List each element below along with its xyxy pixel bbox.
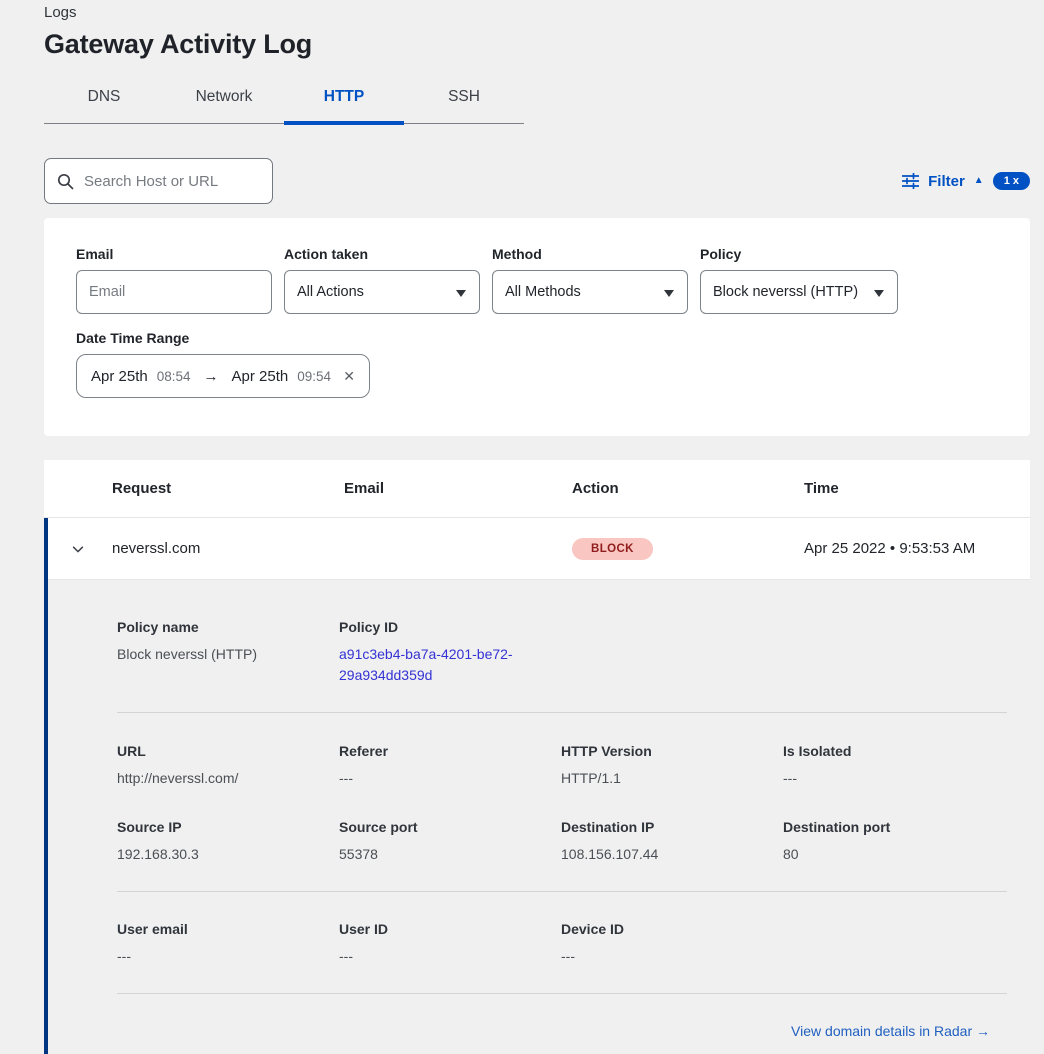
arrow-right-icon: →	[204, 368, 219, 385]
page-title: Gateway Activity Log	[44, 29, 1030, 60]
policy-name-field: Policy name Block neverssl (HTTP)	[117, 619, 339, 686]
policy-id-link[interactable]: a91c3eb4-ba7a-4201-be72-29a934dd359d	[339, 644, 529, 686]
policy-filter-value: Block neverssl (HTTP)	[713, 284, 858, 300]
tab-dns[interactable]: DNS	[44, 82, 164, 123]
action-filter-value: All Actions	[297, 284, 364, 300]
user-id-label: User ID	[339, 921, 561, 937]
col-request: Request	[112, 480, 344, 497]
radar-details-link[interactable]: View domain details in Radar →	[791, 1023, 990, 1039]
table-header: Request Email Action Time	[44, 460, 1030, 518]
table-row[interactable]: neverssl.com BLOCK Apr 25 2022 • 9:53:53…	[44, 518, 1030, 580]
url-value: http://neverssl.com/	[117, 768, 339, 789]
method-filter-field: Method All Methods	[492, 246, 688, 314]
page: Logs Gateway Activity Log DNS Network HT…	[44, 0, 1030, 1054]
policy-filter-field: Policy Block neverssl (HTTP)	[700, 246, 898, 314]
source-port-label: Source port	[339, 819, 561, 835]
caret-up-icon: ▲	[974, 176, 984, 186]
policy-name-label: Policy name	[117, 619, 339, 635]
is-isolated-value: ---	[783, 768, 1005, 789]
policy-filter-label: Policy	[700, 246, 898, 262]
tab-ssh[interactable]: SSH	[404, 82, 524, 123]
action-filter-select[interactable]: All Actions	[284, 270, 480, 314]
chevron-down-icon	[456, 290, 466, 297]
start-date[interactable]: Apr 25th	[91, 368, 148, 385]
selected-row-indicator	[44, 518, 48, 1054]
date-range-field: Date Time Range Apr 25th 08:54 → Apr 25t…	[76, 330, 998, 398]
tab-bar: DNS Network HTTP SSH	[44, 82, 524, 124]
http-version-field: HTTP Version HTTP/1.1	[561, 743, 783, 789]
chevron-down-icon	[664, 290, 674, 297]
device-id-value: ---	[561, 946, 783, 967]
chevron-down-icon	[874, 290, 884, 297]
expand-chevron-icon[interactable]	[44, 541, 112, 557]
filter-controls[interactable]: Filter ▲ 1 x	[902, 172, 1030, 190]
log-table: Request Email Action Time neverssl.com B…	[44, 460, 1030, 1054]
device-id-field: Device ID ---	[561, 921, 783, 967]
row-request[interactable]: neverssl.com	[112, 540, 344, 557]
breadcrumb: Logs	[44, 4, 1030, 21]
search-icon	[57, 173, 74, 190]
http-version-value: HTTP/1.1	[561, 768, 783, 789]
is-isolated-label: Is Isolated	[783, 743, 1005, 759]
url-field: URL http://neverssl.com/	[117, 743, 339, 789]
email-filter-input[interactable]	[76, 270, 272, 314]
col-action: Action	[572, 480, 804, 497]
filter-count-badge[interactable]: 1 x	[993, 172, 1030, 190]
close-icon[interactable]: ✕	[343, 368, 355, 385]
source-port-field: Source port 55378	[339, 819, 561, 865]
http-version-label: HTTP Version	[561, 743, 783, 759]
search-box[interactable]	[44, 158, 273, 204]
method-filter-value: All Methods	[505, 284, 581, 300]
device-id-label: Device ID	[561, 921, 783, 937]
date-range-label: Date Time Range	[76, 330, 998, 346]
policy-name-value: Block neverssl (HTTP)	[117, 644, 339, 665]
url-label: URL	[117, 743, 339, 759]
destination-port-label: Destination port	[783, 819, 1005, 835]
email-filter-field: Email	[76, 246, 272, 314]
tab-network[interactable]: Network	[164, 82, 284, 123]
row-time: Apr 25 2022 • 9:53:53 AM	[804, 540, 1030, 557]
source-ip-value: 192.168.30.3	[117, 844, 339, 865]
user-id-value: ---	[339, 946, 561, 967]
start-time[interactable]: 08:54	[157, 369, 191, 384]
toolbar: Filter ▲ 1 x	[44, 158, 1030, 204]
end-time[interactable]: 09:54	[297, 369, 331, 384]
destination-port-field: Destination port 80	[783, 819, 1005, 865]
user-email-field: User email ---	[117, 921, 339, 967]
filter-icon	[902, 173, 919, 189]
policy-id-label: Policy ID	[339, 619, 561, 635]
user-email-value: ---	[117, 946, 339, 967]
referer-label: Referer	[339, 743, 561, 759]
destination-ip-label: Destination IP	[561, 819, 783, 835]
row-detail-panel: Policy name Block neverssl (HTTP) Policy…	[44, 580, 1030, 1054]
method-filter-label: Method	[492, 246, 688, 262]
referer-field: Referer ---	[339, 743, 561, 789]
email-filter-label: Email	[76, 246, 272, 262]
date-range-picker[interactable]: Apr 25th 08:54 → Apr 25th 09:54 ✕	[76, 354, 370, 398]
filter-button[interactable]: Filter	[928, 173, 965, 190]
method-filter-select[interactable]: All Methods	[492, 270, 688, 314]
source-ip-label: Source IP	[117, 819, 339, 835]
search-input[interactable]	[84, 173, 260, 190]
policy-filter-select[interactable]: Block neverssl (HTTP)	[700, 270, 898, 314]
policy-id-field: Policy ID a91c3eb4-ba7a-4201-be72-29a934…	[339, 619, 561, 686]
col-time: Time	[804, 480, 1030, 497]
destination-ip-value: 108.156.107.44	[561, 844, 783, 865]
destination-port-value: 80	[783, 844, 1005, 865]
destination-ip-field: Destination IP 108.156.107.44	[561, 819, 783, 865]
status-badge: BLOCK	[572, 538, 653, 560]
action-filter-field: Action taken All Actions	[284, 246, 480, 314]
user-id-field: User ID ---	[339, 921, 561, 967]
filter-panel: Email Action taken All Actions Method Al…	[44, 218, 1030, 436]
source-ip-field: Source IP 192.168.30.3	[117, 819, 339, 865]
tab-http[interactable]: HTTP	[284, 82, 404, 123]
user-email-label: User email	[117, 921, 339, 937]
source-port-value: 55378	[339, 844, 561, 865]
is-isolated-field: Is Isolated ---	[783, 743, 1005, 789]
referer-value: ---	[339, 768, 561, 789]
col-email: Email	[344, 480, 572, 497]
end-date[interactable]: Apr 25th	[232, 368, 289, 385]
action-filter-label: Action taken	[284, 246, 480, 262]
